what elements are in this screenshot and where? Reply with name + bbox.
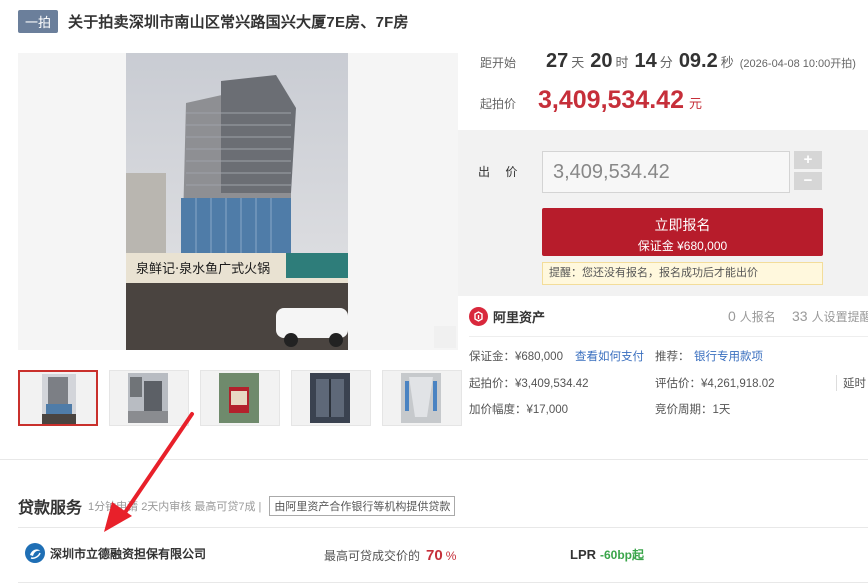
registered-stat: 0 人报名 bbox=[728, 308, 776, 325]
lpr-value: -60bp起 bbox=[600, 548, 645, 562]
countdown-minutes-unit: 分 bbox=[659, 55, 673, 70]
countdown-label: 距开始 bbox=[480, 56, 517, 70]
thumbnail-5[interactable] bbox=[382, 370, 462, 426]
reminder-count: 33 bbox=[792, 308, 808, 324]
start-price-label: 起拍价 bbox=[480, 97, 517, 111]
building-image: 泉鲜记·泉水鱼广式火锅 bbox=[126, 53, 348, 350]
extension-info: 延时 bbox=[836, 375, 866, 391]
platform-name: 阿里资产 bbox=[493, 310, 546, 325]
increase-bid-button[interactable]: + bbox=[794, 151, 822, 169]
loan-offer-row[interactable]: 深圳市立德融资担保有限公司 最高可贷成交价的 70% LPR -60bp起 bbox=[18, 527, 868, 583]
register-deposit-line: 保证金 ¥680,000 bbox=[637, 239, 728, 253]
start-price-unit: 元 bbox=[689, 96, 703, 111]
countdown-hours: 20 bbox=[590, 50, 613, 72]
countdown-seconds-unit: 秒 bbox=[720, 55, 734, 70]
loan-title: 贷款服务 bbox=[18, 500, 83, 517]
thumbnail-image bbox=[383, 371, 461, 425]
company-name: 深圳市立德融资担保有限公司 bbox=[50, 546, 207, 561]
loan-header: 贷款服务 1分钟申请 2天内审核 最高可贷7成 | 由阿里资产合作银行等机构提供… bbox=[18, 494, 456, 518]
auction-summary: 距开始 27 天 20 时 14 分 09.2 秒 (2026-04-08 10… bbox=[458, 40, 868, 132]
main-photo[interactable]: 泉鲜记·泉水鱼广式火锅 bbox=[18, 53, 458, 350]
reminder-stat: 33 人设置提醒 bbox=[792, 308, 868, 325]
max-loan-percent-unit: % bbox=[445, 549, 457, 563]
thumbnail-2[interactable] bbox=[109, 370, 189, 426]
appraisal-info: 评估价：¥4,261,918.02 bbox=[655, 378, 775, 390]
thumbnail-image bbox=[201, 371, 279, 425]
company: 深圳市立德融资担保有限公司 bbox=[24, 542, 206, 564]
max-loan-percent: 70 bbox=[426, 547, 443, 564]
start-price-info: 起拍价：¥3,409,534.42 bbox=[469, 378, 589, 390]
thumbnail-4[interactable] bbox=[291, 370, 371, 426]
zoom-button[interactable] bbox=[434, 326, 456, 348]
lpr-info: LPR -60bp起 bbox=[570, 546, 644, 563]
page-title: 关于拍卖深圳市南山区常兴路国兴大厦7E房、7F房 bbox=[68, 13, 409, 31]
countdown-minutes: 14 bbox=[634, 50, 657, 72]
register-button[interactable]: 立即报名 保证金 ¥680,000 bbox=[542, 208, 823, 256]
how-to-pay-link[interactable]: 查看如何支付 bbox=[575, 348, 644, 364]
bid-amount-input[interactable]: 3,409,534.42 bbox=[542, 151, 790, 193]
title-row: 一拍 关于拍卖深圳市南山区常兴路国兴大厦7E房、7F房 bbox=[18, 8, 409, 34]
thumbnail-image bbox=[20, 372, 96, 424]
company-logo-icon bbox=[25, 543, 45, 563]
thumbnail-3[interactable] bbox=[200, 370, 280, 426]
max-loan-label: 最高可贷成交价的 bbox=[324, 549, 421, 563]
start-price-value: 3,409,534.42 bbox=[538, 86, 684, 114]
bid-label: 出 价 bbox=[478, 165, 524, 179]
registered-label: 人报名 bbox=[739, 310, 776, 324]
thumbnail-image bbox=[292, 371, 370, 425]
register-button-label: 立即报名 bbox=[654, 217, 711, 233]
countdown-hours-unit: 时 bbox=[615, 55, 629, 70]
round-badge: 一拍 bbox=[18, 9, 59, 33]
deposit-info: 保证金：¥680,000 bbox=[469, 351, 563, 363]
bank-payment-link[interactable]: 银行专用款项 bbox=[694, 348, 763, 364]
countdown-days: 27 bbox=[546, 50, 569, 72]
loan-subtitle: 1分钟申请 2天内审核 最高可贷7成 | bbox=[88, 501, 262, 513]
countdown-start-datetime: (2026-04-08 10:00开拍) bbox=[739, 58, 856, 70]
bid-panel: 出 价 3,409,534.42 + − 立即报名 保证金 ¥680,000 提… bbox=[458, 130, 868, 296]
countdown-days-unit: 天 bbox=[571, 55, 585, 70]
registration-tip: 提醒：您还没有报名，报名成功后才能出价 bbox=[542, 262, 823, 285]
decrease-bid-button[interactable]: − bbox=[794, 172, 822, 190]
countdown: 距开始 27 天 20 时 14 分 09.2 秒 (2026-04-08 10… bbox=[480, 50, 856, 73]
auction-info: 阿里资产 0 人报名 33 人设置提醒 保证金：¥680,000 查看如何支付 推荐… bbox=[458, 296, 868, 436]
increment-info: 加价幅度：¥17,000 bbox=[469, 404, 569, 416]
section-divider bbox=[0, 459, 868, 460]
thumbnail-strip bbox=[18, 370, 473, 426]
max-loan: 最高可贷成交价的 70% bbox=[324, 547, 456, 564]
lpr-label: LPR bbox=[570, 547, 596, 562]
start-price: 起拍价 3,409,534.42 元 bbox=[480, 86, 702, 115]
alibaba-assets-icon bbox=[469, 307, 488, 326]
thumbnail-1[interactable] bbox=[18, 370, 98, 426]
recommend-label: 推荐： bbox=[655, 351, 690, 363]
bid-cycle-info: 竞价周期：1天 bbox=[655, 404, 731, 416]
thumbnail-image bbox=[110, 371, 188, 425]
loan-provider-tag: 由阿里资产合作银行等机构提供贷款 bbox=[269, 496, 456, 516]
info-divider bbox=[469, 336, 868, 337]
countdown-seconds: 09.2 bbox=[678, 50, 718, 72]
svg-text:泉鲜记·泉水鱼广式火锅: 泉鲜记·泉水鱼广式火锅 bbox=[136, 261, 270, 277]
registered-count: 0 bbox=[728, 308, 736, 324]
platform-logo: 阿里资产 bbox=[469, 307, 545, 326]
reminder-label: 人设置提醒 bbox=[811, 310, 868, 324]
